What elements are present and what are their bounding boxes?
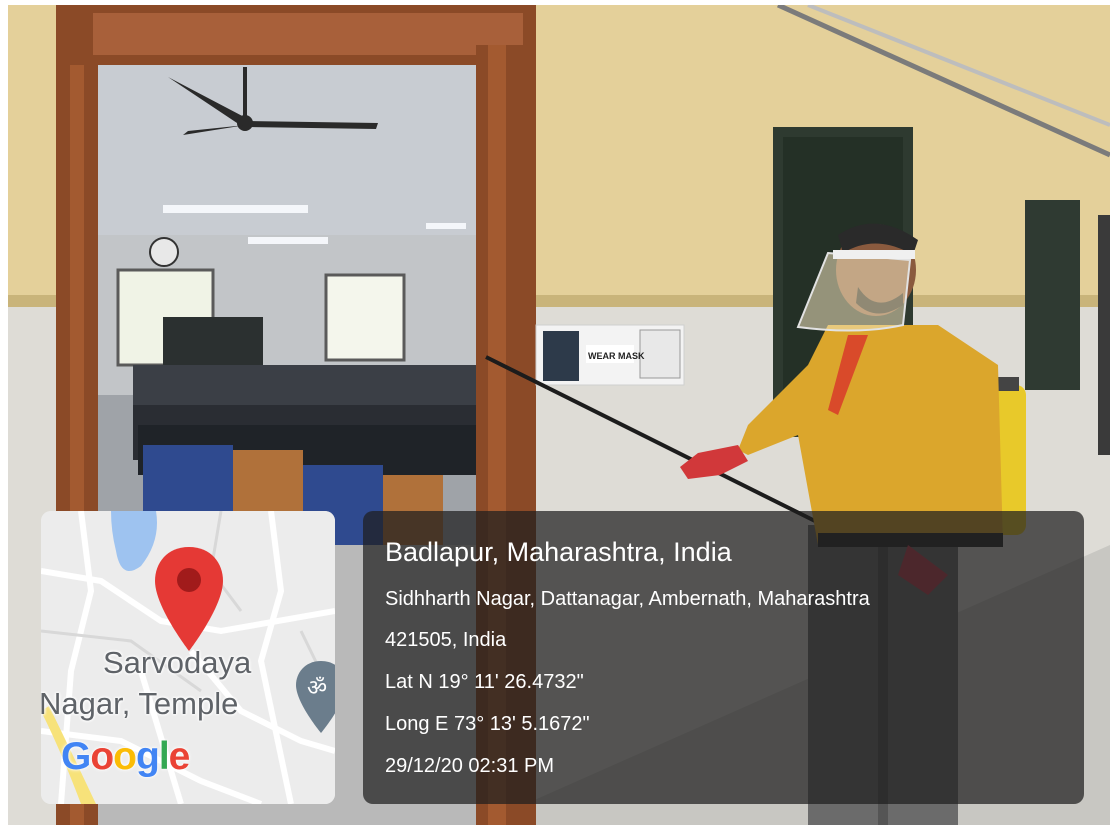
window-right [1025,200,1080,390]
google-logo-letter: e [168,735,191,778]
address-line-2: 421505, India [385,629,507,651]
google-logo-letter: G [61,735,91,778]
map-place-label: Nagar, Temple [41,686,239,721]
latitude-value: Lat N 19° 11' 26.4732" [385,671,584,693]
google-logo: Google [61,735,191,778]
map-thumbnail[interactable]: ॐ Sarvodaya Nagar, Temple Google [41,511,335,804]
wall-signs: WEAR MASK [535,324,685,386]
google-logo-letter: o [113,735,137,778]
location-title: Badlapur, Maharashtra, India [385,537,732,567]
timestamp: 29/12/20 02:31 PM [385,755,555,777]
longitude-value: Long E 73° 13' 5.1672" [385,713,590,735]
address-line-1: Sidhharth Nagar, Dattanagar, Ambernath, … [385,588,870,610]
svg-text:ॐ: ॐ [307,676,327,701]
google-logo-letter: l [158,735,170,778]
google-logo-letter: g [136,735,160,778]
map-place-label: Sarvodaya [103,645,252,680]
google-logo-letter: o [90,735,114,778]
geotag-info-card: Badlapur, Maharashtra, India Sidhharth N… [363,511,1084,804]
svg-text:WEAR MASK: WEAR MASK [588,351,645,361]
